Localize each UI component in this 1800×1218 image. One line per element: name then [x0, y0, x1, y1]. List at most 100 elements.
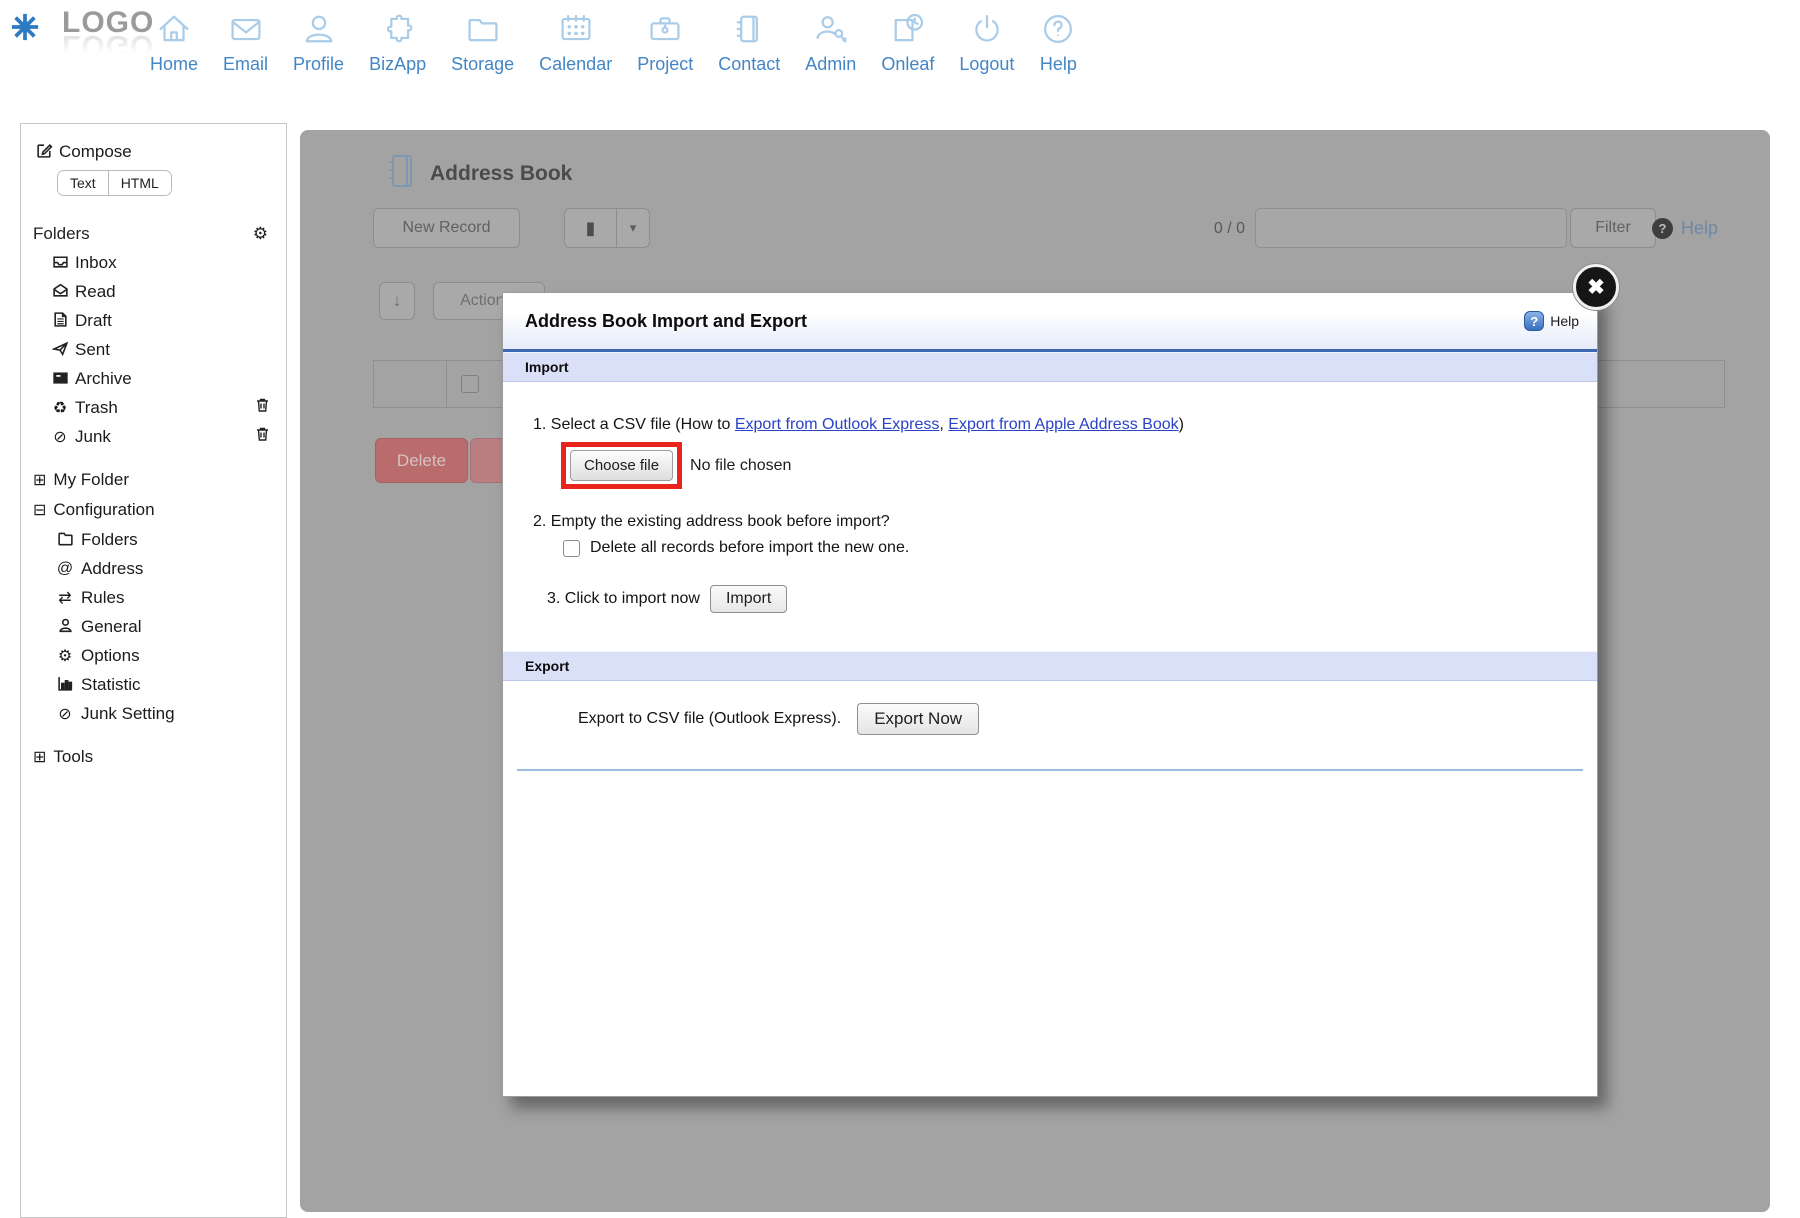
- nav-item-onleaf[interactable]: Onleaf: [881, 10, 934, 75]
- nav-item-project[interactable]: Project: [637, 10, 693, 75]
- compose-label: Compose: [59, 142, 132, 162]
- import-section-body: 1. Select a CSV file (How to Export from…: [503, 416, 1597, 613]
- export-text: Export to CSV file (Outlook Express).: [578, 710, 841, 728]
- compose-html-button[interactable]: HTML: [108, 171, 171, 195]
- apple-address-book-link[interactable]: Export from Apple Address Book: [948, 416, 1178, 433]
- outlook-express-link[interactable]: Export from Outlook Express: [735, 416, 940, 433]
- select-all-checkbox[interactable]: [461, 375, 479, 393]
- nav-item-storage[interactable]: Storage: [451, 10, 514, 75]
- config-item-statistic[interactable]: Statistic: [33, 670, 276, 699]
- nav-item-contact[interactable]: Contact: [718, 10, 780, 75]
- close-dialog-button[interactable]: ✖: [1573, 264, 1619, 310]
- config-item-rules[interactable]: ⇄ Rules: [33, 583, 276, 612]
- export-section-header: Export: [503, 651, 1597, 681]
- expand-icon[interactable]: ⊞: [33, 747, 46, 767]
- compose-text-button[interactable]: Text: [58, 171, 108, 195]
- nav-item-bizapp[interactable]: BizApp: [369, 10, 426, 75]
- folder-icon: [464, 10, 502, 48]
- nav-label: Onleaf: [881, 54, 934, 75]
- export-section-bottom-divider: [517, 769, 1583, 771]
- junk-icon: ⊘: [53, 704, 77, 724]
- config-item-general[interactable]: General: [33, 612, 276, 641]
- collapse-icon[interactable]: ⊟: [33, 500, 46, 520]
- nav-label: Help: [1040, 54, 1077, 75]
- config-item-options[interactable]: ⚙ Options: [33, 641, 276, 670]
- address-book-icon: [385, 152, 419, 190]
- config-item-label: Rules: [81, 588, 124, 608]
- notebook-icon: [730, 10, 768, 48]
- empty-trash-icon[interactable]: [255, 397, 270, 418]
- sidebar-item-archive[interactable]: Archive: [33, 364, 276, 393]
- delete-records-checkbox[interactable]: [563, 540, 580, 557]
- sidebar-item-read[interactable]: Read: [33, 277, 276, 306]
- import-export-dialog: Address Book Import and Export ? Help Im…: [502, 292, 1598, 1097]
- nav-item-admin[interactable]: Admin: [805, 10, 856, 75]
- rules-arrows-icon: ⇄: [53, 588, 77, 608]
- sidebar-item-draft[interactable]: Draft: [33, 306, 276, 335]
- nav-label: BizApp: [369, 54, 426, 75]
- empty-junk-icon[interactable]: [255, 426, 270, 447]
- compose-mode-group: Text HTML: [57, 170, 172, 196]
- nav-item-help[interactable]: Help: [1039, 10, 1077, 75]
- tools-label: Tools: [53, 747, 93, 767]
- nav-label: Profile: [293, 54, 344, 75]
- puzzle-icon: [379, 10, 417, 48]
- sidebar-section-tools[interactable]: ⊞ Tools: [33, 742, 276, 772]
- config-item-label: Options: [81, 646, 140, 666]
- book-view-button[interactable]: ▮: [565, 209, 617, 247]
- sidebar-section-my-folder[interactable]: ⊞ My Folder: [33, 465, 276, 495]
- configuration-label: Configuration: [53, 500, 154, 520]
- step3-text: 3. Click to import now: [547, 590, 700, 608]
- new-record-button[interactable]: New Record: [373, 208, 520, 248]
- nav-item-calendar[interactable]: Calendar: [539, 10, 612, 75]
- sidebar-item-label: Sent: [75, 340, 110, 360]
- dialog-title: Address Book Import and Export: [525, 311, 807, 332]
- sidebar-item-label: Junk: [75, 427, 111, 447]
- sidebar-item-trash[interactable]: ♻ Trash: [33, 393, 276, 422]
- config-item-label: Address: [81, 559, 143, 579]
- view-dropdown-button[interactable]: ▾: [617, 209, 649, 247]
- config-item-junk-setting[interactable]: ⊘ Junk Setting: [33, 699, 276, 728]
- compose-icon: [33, 142, 55, 162]
- nav-item-home[interactable]: Home: [150, 10, 198, 75]
- import-step-2: 2. Empty the existing address book befor…: [533, 513, 1577, 531]
- nav-item-email[interactable]: Email: [223, 10, 268, 75]
- nav-label: Calendar: [539, 54, 612, 75]
- sidebar-section-configuration[interactable]: ⊟ Configuration: [33, 495, 276, 525]
- nav-label: Contact: [718, 54, 780, 75]
- nav-item-profile[interactable]: Profile: [293, 10, 344, 75]
- config-item-label: Junk Setting: [81, 704, 175, 724]
- delete-button[interactable]: Delete: [375, 438, 468, 483]
- sidebar-item-label: Read: [75, 282, 116, 302]
- compose-button[interactable]: Compose: [33, 138, 276, 166]
- step1-text: 1. Select a CSV file (How to: [533, 416, 735, 433]
- brand: LOGO LOGO: [10, 8, 154, 60]
- nav-label: Project: [637, 54, 693, 75]
- sidebar: Compose Text HTML Folders ⚙ Inbox Read D…: [20, 123, 287, 1218]
- panel-help-icon: ?: [1652, 218, 1673, 239]
- import-button[interactable]: Import: [710, 585, 787, 613]
- config-item-folders[interactable]: Folders: [33, 525, 276, 554]
- filter-button[interactable]: Filter: [1570, 208, 1656, 248]
- sidebar-item-label: Trash: [75, 398, 118, 418]
- nav-item-logout[interactable]: Logout: [959, 10, 1014, 75]
- folder-settings-gear-icon[interactable]: ⚙: [253, 224, 268, 244]
- config-item-label: General: [81, 617, 141, 637]
- panel-help-link[interactable]: Help: [1681, 218, 1718, 239]
- sidebar-item-sent[interactable]: Sent: [33, 335, 276, 364]
- config-item-address[interactable]: @ Address: [33, 554, 276, 583]
- sidebar-item-label: Inbox: [75, 253, 117, 273]
- search-input[interactable]: [1255, 208, 1567, 248]
- logo-star-icon: [10, 12, 40, 42]
- dialog-help-link[interactable]: ? Help: [1524, 311, 1579, 331]
- export-now-button[interactable]: Export Now: [857, 703, 979, 735]
- folders-header: Folders ⚙: [33, 220, 276, 248]
- filter-label: Filter: [1595, 219, 1631, 237]
- dialog-help-label: Help: [1550, 313, 1579, 329]
- import-step-1: 1. Select a CSV file (How to Export from…: [533, 416, 1577, 434]
- expand-icon[interactable]: ⊞: [33, 470, 46, 490]
- sidebar-item-junk[interactable]: ⊘ Junk: [33, 422, 276, 451]
- sidebar-item-inbox[interactable]: Inbox: [33, 248, 276, 277]
- choose-file-button[interactable]: Choose file: [570, 450, 673, 481]
- sort-button[interactable]: ↓: [379, 282, 415, 320]
